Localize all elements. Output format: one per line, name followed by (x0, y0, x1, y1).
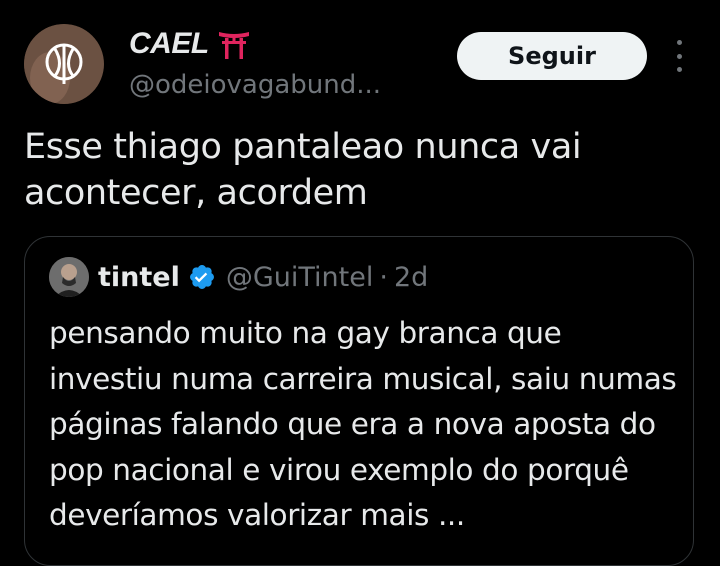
follow-button[interactable]: Seguir (457, 32, 647, 80)
more-dot (676, 40, 682, 45)
tweet: CAEL @odeiovagabund... Seguir Esse thiag… (0, 0, 720, 566)
quoted-tweet-header: tintel @GuiTintel · 2d (49, 257, 428, 297)
more-dot (676, 67, 682, 72)
torii-gate-icon (217, 28, 251, 60)
header-separator: · (379, 261, 388, 293)
quoted-tweet-timestamp[interactable]: 2d (394, 262, 428, 293)
author-avatar[interactable] (24, 24, 104, 104)
author-handle[interactable]: @odeiovagabund... (129, 70, 381, 100)
avatar-logo-icon (24, 24, 104, 104)
quoted-author-handle[interactable]: @GuiTintel (226, 262, 374, 293)
author-display-name[interactable]: CAEL (129, 27, 209, 61)
more-vertical-icon[interactable] (668, 40, 690, 72)
quoted-tweet-text: pensando muito na gay branca que investi… (49, 316, 677, 532)
quoted-author-display-name[interactable]: tintel (98, 262, 180, 293)
author-name-row[interactable]: CAEL (129, 26, 251, 62)
quoted-author-avatar[interactable] (49, 257, 89, 297)
more-dot (676, 53, 682, 59)
verified-badge-icon (188, 263, 216, 291)
follow-button-label: Seguir (508, 42, 596, 70)
tweet-text: Esse thiago pantaleao nunca vai acontece… (24, 127, 582, 213)
quoted-tweet-card[interactable]: tintel @GuiTintel · 2d pensando muito na… (24, 236, 694, 566)
